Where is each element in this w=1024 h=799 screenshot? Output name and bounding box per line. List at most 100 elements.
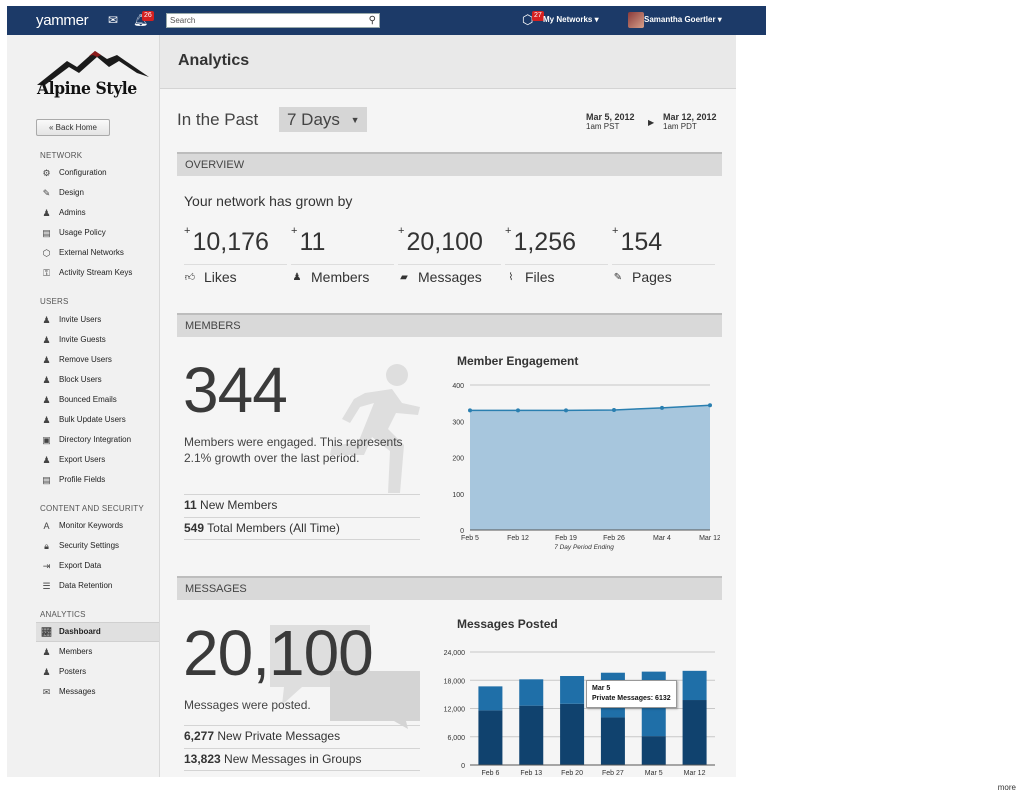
brush-icon: ✎ (42, 188, 51, 198)
x-tick-label: Mar 12 (699, 535, 720, 542)
sidebar-item-bulk-update-users[interactable]: ♟ Bulk Update Users (40, 413, 125, 427)
engagement-point (468, 408, 472, 413)
sidebar-item-block-users[interactable]: ♟ Block Users (40, 373, 101, 387)
y-tick-label: 300 (452, 419, 464, 426)
x-tick-label: Feb 20 (561, 770, 583, 777)
sidebar-item-profile-fields[interactable]: ▤ Profile Fields (40, 473, 105, 487)
invite-user-icon: ♟ (42, 315, 51, 325)
stat-files: +1,256 ⌇ Files (505, 225, 608, 285)
arrow-right-icon: ▶ (648, 118, 655, 127)
sidebar-item-data-retention[interactable]: ☰ Data Retention (40, 579, 112, 593)
network-icon: ⬡ (42, 248, 51, 258)
sidebar-item-usage-policy[interactable]: ▤ Usage Policy (40, 226, 105, 240)
y-tick-label: 0 (460, 528, 464, 535)
paperclip-icon: ⌇ (508, 271, 514, 283)
export-user-icon: ♟ (42, 455, 51, 465)
x-tick-label: Feb 19 (555, 535, 577, 542)
x-tick-label: Feb 6 (481, 770, 499, 777)
stat-likes: +10,176 👍︎ Likes (184, 225, 287, 285)
sidebar-item-activity-stream-keys[interactable]: ⚿ Activity Stream Keys (40, 266, 132, 280)
engagement-point (612, 408, 616, 413)
messages-posted-chart: 0 6,000 12,000 18,000 24,000 Feb 6 Feb 13 Feb 2… (444, 650, 715, 777)
bar-segment (560, 703, 585, 765)
section-users: USERS (40, 297, 69, 306)
sidebar-item-export-data[interactable]: ⇥ Export Data (40, 559, 102, 573)
bar-segment (478, 686, 503, 711)
running-person-icon (330, 364, 420, 493)
sidebar-item-export-users[interactable]: ♟ Export Users (40, 453, 105, 467)
growth-heading: Your network has grown by (184, 193, 353, 209)
section-network: NETWORK (40, 151, 83, 160)
members-icon: ♟ (42, 647, 51, 657)
sidebar-item-invite-users[interactable]: ♟ Invite Users (40, 313, 101, 327)
sidebar-item-bounced-emails[interactable]: ♟ Bounced Emails (40, 393, 116, 407)
sidebar-item-messages[interactable]: ✉ Messages (40, 685, 96, 699)
engagement-area (470, 405, 710, 530)
bar-segment (560, 676, 585, 704)
sidebar-item-admins[interactable]: ♟ Admins (40, 206, 85, 220)
bar-segment (641, 736, 666, 765)
thumbs-up-icon: 👍︎ (184, 272, 196, 283)
section-content-security: CONTENT AND SECURITY (40, 504, 144, 513)
sidebar-item-configuration[interactable]: ⚙ Configuration (40, 166, 106, 180)
y-tick-label: 200 (452, 456, 464, 463)
date-range-start: Mar 5, 2012 1am PST (586, 112, 635, 132)
bar-segment (519, 705, 544, 765)
mail-icon[interactable]: ✉ (108, 13, 118, 27)
bar-segment (600, 717, 625, 765)
x-tick-label: Feb 27 (602, 770, 624, 777)
gear-icon: ⚙ (42, 168, 51, 178)
page-edit-icon: ✎ (613, 271, 623, 283)
sidebar-item-remove-users[interactable]: ♟ Remove Users (40, 353, 111, 367)
guest-icon: ♟ (42, 335, 51, 345)
keyword-icon: A (43, 521, 50, 531)
bounced-email-icon: ♟ (42, 395, 51, 405)
search-input[interactable]: Search ⚲ (166, 13, 380, 28)
x-tick-label: Mar 4 (653, 535, 671, 542)
messages-posted-count: 20,100 (183, 617, 374, 689)
total-members-row: 549 Total Members (All Time) (184, 517, 420, 540)
private-messages-row: 6,277 New Private Messages (184, 725, 420, 748)
sidebar-item-security-settings[interactable]: 🔒︎ Security Settings (40, 539, 119, 553)
x-tick-label: Feb 26 (603, 535, 625, 542)
period-dropdown[interactable]: 7 Days ▼ (279, 107, 367, 132)
sidebar-item-monitor-keywords[interactable]: A Monitor Keywords (40, 519, 123, 533)
sidebar-item-posters[interactable]: ♟ Posters (40, 665, 86, 679)
group-messages-row: 13,823 New Messages in Groups (184, 748, 420, 771)
y-tick-label: 400 (452, 383, 464, 390)
member-engagement-chart: 0 100 200 300 400 Feb 5 Feb 12 Feb 19 Feb 26 Mar … (452, 383, 720, 551)
avatar[interactable] (628, 12, 644, 28)
user-menu[interactable]: Samantha Goertler ▾ (644, 15, 722, 24)
back-home-button[interactable]: « Back Home (36, 119, 110, 136)
stat-pages: +154 ✎ Pages (612, 225, 715, 285)
search-icon[interactable]: ⚲ (369, 14, 376, 27)
sidebar-item-dashboard[interactable]: 📈︎ Dashboard (36, 622, 159, 642)
engagement-point (516, 408, 520, 413)
x-tick-label: Mar 5 (645, 770, 663, 777)
bar-segment (682, 700, 707, 765)
main-content: Analytics In the Past 7 Days ▼ Mar 5, 20… (160, 35, 736, 777)
x-tick-label: Feb 5 (461, 535, 479, 542)
messages-header: MESSAGES (177, 576, 722, 600)
x-axis-label: 7 Day Period Ending (554, 544, 614, 551)
speech-bubble-icon: ▰ (400, 271, 408, 283)
sidebar-item-invite-guests[interactable]: ♟ Invite Guests (40, 333, 105, 347)
more-link[interactable]: more (998, 783, 1016, 792)
brand-name: Alpine Style (37, 79, 137, 99)
stat-members: +11 ♟ Members (291, 225, 394, 285)
page-header: Analytics (160, 35, 736, 89)
bar-segment (519, 679, 544, 706)
block-user-icon: ♟ (42, 375, 51, 385)
sidebar-item-design[interactable]: ✎ Design (40, 186, 84, 200)
x-tick-label: Mar 12 (684, 770, 706, 777)
sidebar-item-directory-integration[interactable]: ▣ Directory Integration (40, 433, 131, 447)
sidebar-item-members[interactable]: ♟ Members (40, 645, 92, 659)
sidebar-item-external-networks[interactable]: ⬡ External Networks (40, 246, 124, 260)
x-tick-label: Feb 13 (520, 770, 542, 777)
caret-down-icon: ▼ (350, 115, 360, 126)
my-networks-menu[interactable]: My Networks ▾ (543, 15, 599, 24)
yammer-logo[interactable]: yammer (36, 12, 89, 29)
search-placeholder: Search (170, 16, 196, 25)
y-tick-label: 24,000 (444, 650, 466, 657)
alpine-style-logo: Alpine Style (37, 47, 149, 107)
